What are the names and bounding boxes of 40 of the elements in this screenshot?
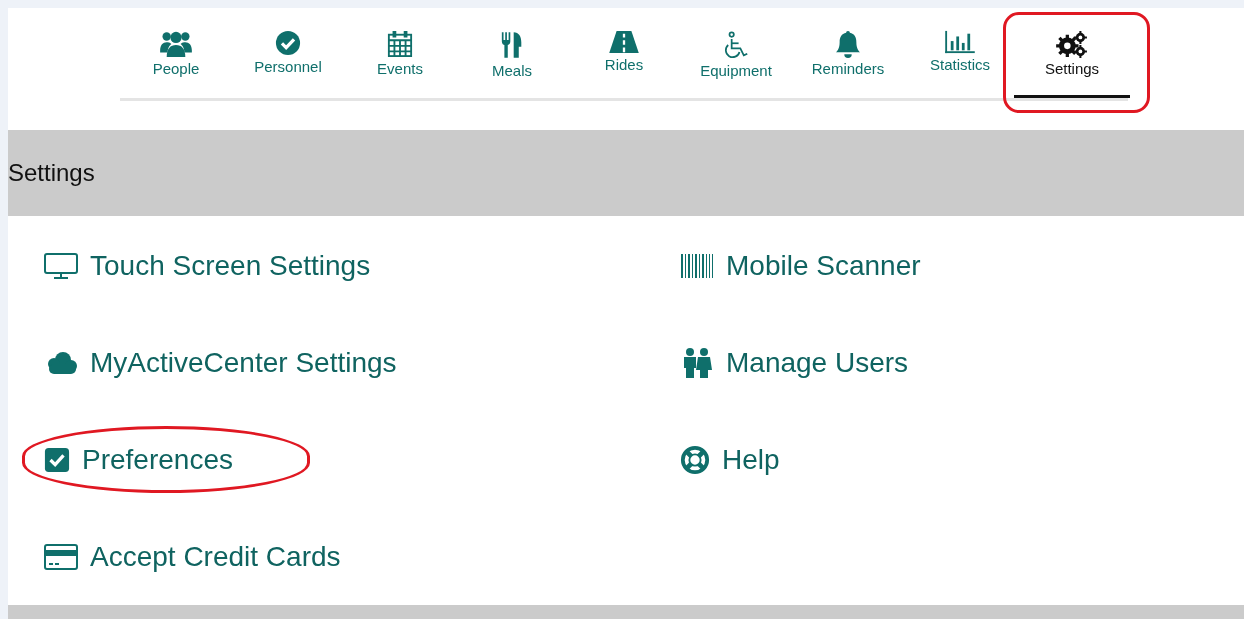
nav-tab[interactable]: Equipment	[680, 8, 792, 96]
wheelchair-icon	[723, 30, 749, 60]
settings-link[interactable]: Accept Credit Cards	[44, 540, 341, 573]
gears-icon	[1056, 30, 1088, 58]
nav-tab-label: People	[152, 60, 200, 77]
nav-tab-label: Equipment	[700, 62, 772, 79]
bar-chart-icon	[944, 30, 976, 54]
settings-link[interactable]: Mobile Scanner	[680, 249, 921, 282]
nav-tab-label: Personnel	[254, 58, 322, 75]
checkbox-icon	[44, 446, 70, 473]
settings-link[interactable]: Help	[680, 443, 780, 476]
settings-link[interactable]: MyActiveCenter Settings	[44, 346, 397, 379]
calendar-icon	[387, 30, 413, 58]
nav-tab-label: Reminders	[811, 60, 885, 77]
lifebuoy-icon	[680, 444, 710, 475]
nav-tab-label: Events	[377, 60, 423, 77]
nav-tab-label: Meals	[492, 62, 532, 79]
nav-tab[interactable]: Reminders	[792, 8, 904, 96]
nav-tab[interactable]: Personnel	[232, 8, 344, 96]
nav-tab-label: Settings	[1044, 60, 1100, 77]
nav-tab[interactable]: Statistics	[904, 8, 1016, 96]
settings-link[interactable]: Manage Users	[680, 346, 909, 379]
nav-tab[interactable]: Settings	[1016, 15, 1128, 96]
settings-link[interactable]: Preferences	[44, 443, 233, 476]
section-title: Settings	[8, 159, 95, 187]
nav-tab[interactable]: Meals	[456, 8, 568, 96]
nav-tab[interactable]: People	[120, 8, 232, 96]
people-icon	[159, 30, 193, 58]
barcode-icon	[680, 252, 714, 279]
utensils-icon	[501, 30, 523, 60]
nav-tab[interactable]: Events	[344, 8, 456, 96]
road-icon	[608, 30, 640, 54]
bell-icon	[835, 30, 861, 58]
monitor-icon	[44, 251, 78, 280]
nav-tab-label: Rides	[604, 56, 644, 73]
settings-link[interactable]: Touch Screen Settings	[44, 249, 371, 282]
credit-card-icon	[44, 542, 78, 571]
nav-tab-label: Statistics	[930, 56, 990, 73]
check-circle-icon	[275, 30, 301, 56]
nav-tab[interactable]: Rides	[568, 8, 680, 96]
